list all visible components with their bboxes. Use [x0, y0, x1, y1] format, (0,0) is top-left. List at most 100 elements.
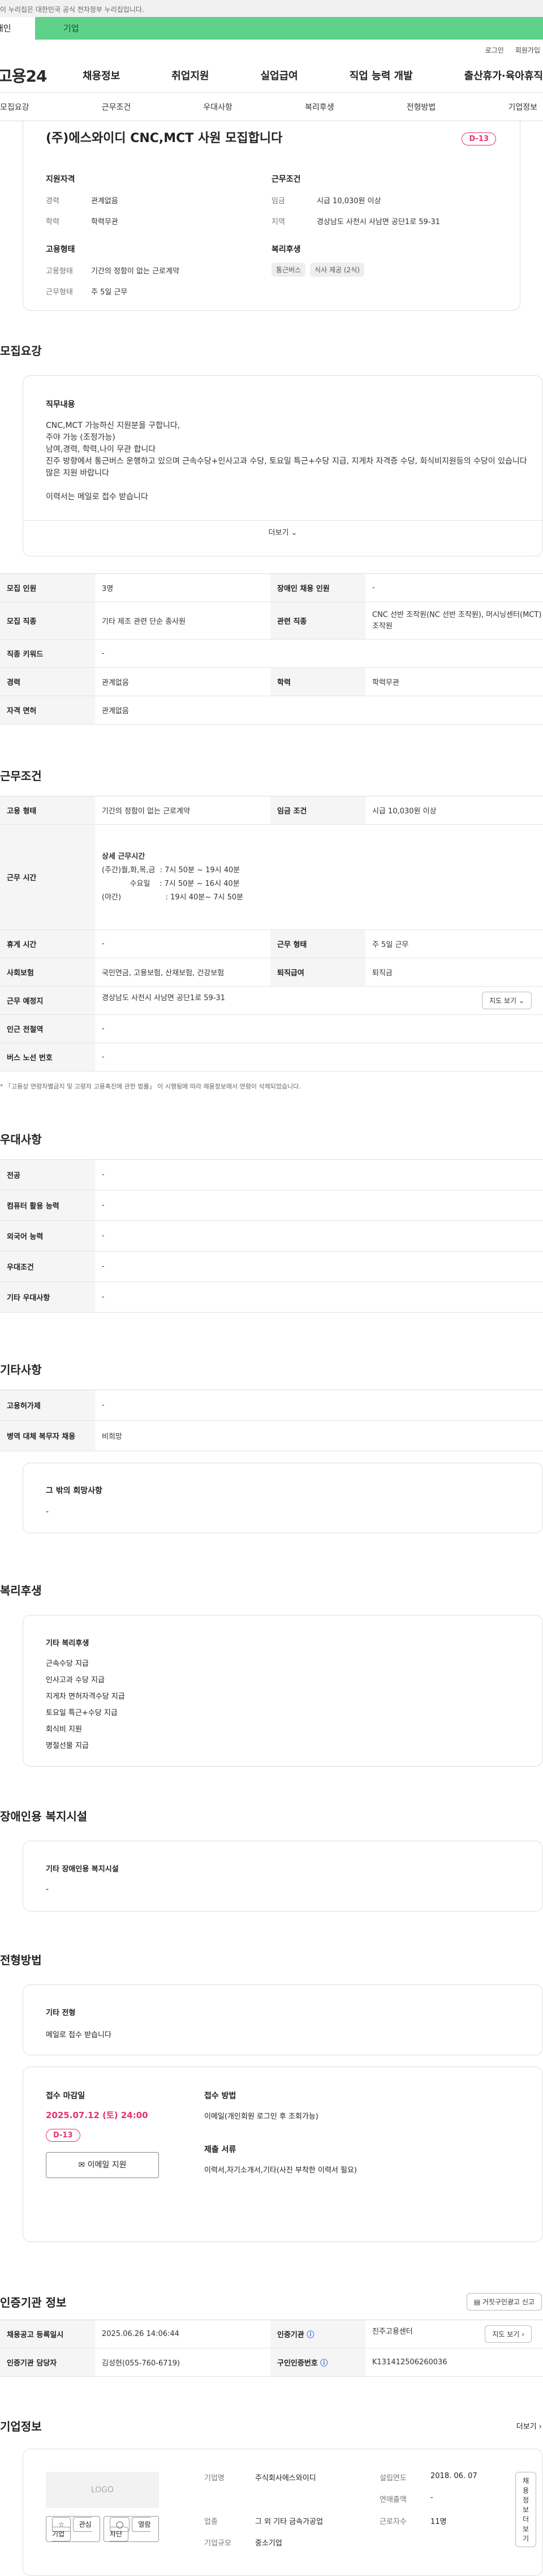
table-row: 휴게 시간 - 근무 형태 주 5일 근무: [0, 929, 543, 958]
cell-value: -: [95, 929, 270, 958]
user-type-tabs: 개인 기업: [0, 17, 543, 40]
work-type-key: 근무형태: [46, 288, 73, 297]
anchor-company[interactable]: 기업정보: [508, 101, 537, 113]
cell-key: 퇴직급여: [270, 958, 365, 987]
anchor-welfare[interactable]: 복리후생: [305, 101, 334, 113]
employ-type-key: 고용형태: [46, 267, 73, 276]
cell-value: -: [95, 1014, 543, 1043]
anchor-method[interactable]: 전형방법: [407, 101, 436, 113]
cell-value: 학력무관: [365, 667, 543, 696]
interest-button[interactable]: ☆ 관심기업: [46, 2516, 101, 2542]
cell-value: 기타 제조 관련 단순 종사원: [95, 602, 270, 640]
recruit-table: 모집 인원 3명 장애인 채용 인원 - 모집 직종 기타 제조 관련 단순 종…: [0, 573, 543, 725]
mail-icon: ✉: [78, 2161, 85, 2170]
founded-value: 2018. 06. 07: [430, 2472, 477, 2480]
cell-key: 경력: [0, 667, 95, 696]
cell-key: 전공: [0, 1159, 95, 1190]
agency-key-cell: 인증기관 ⓘ: [270, 2320, 365, 2348]
cell-key: 고용 형태: [0, 796, 95, 825]
cell-key: 컴퓨터 활용 능력: [0, 1190, 95, 1221]
cell-key: 임금 조건: [270, 796, 365, 825]
info-icon[interactable]: ⓘ: [307, 2331, 314, 2339]
table-row: 채용공고 등록일시 2025.06.26 14:06:44 인증기관 ⓘ 진주고…: [0, 2320, 543, 2348]
table-row: 근무 예정지 경상남도 사천시 사남면 공단1로 59-31 지도 보기 ⌄: [0, 986, 543, 1015]
list-item: 지게차 면허자격수당 지급: [46, 1692, 125, 1701]
region-key: 지역: [272, 218, 285, 226]
table-row: 모집 직종 기타 제조 관련 단순 종사원 관련 직종 CNC 선반 조작원(N…: [0, 602, 543, 640]
cell-key: 장애인 채용 인원: [270, 573, 365, 602]
job-detail-line: 이력서는 메일로 접수 받습니다: [46, 492, 148, 502]
info-icon[interactable]: ⓘ: [320, 2359, 327, 2368]
size-value: 중소기업: [255, 2539, 282, 2548]
cell-key: 인증기관 담당자: [0, 2348, 95, 2377]
site-logo[interactable]: 고용24: [0, 64, 83, 87]
gnb-item-leave[interactable]: 출산휴가·육아휴직: [464, 68, 543, 83]
more-button[interactable]: 더보기 ⌄: [23, 520, 542, 545]
map-button[interactable]: 지도 보기 ⌄: [482, 992, 532, 1009]
gnb-item-benefit[interactable]: 실업급여: [261, 68, 298, 83]
block-button[interactable]: ◯ 열람차단: [104, 2516, 159, 2542]
agency-map-label: 지도 보기: [492, 2330, 520, 2338]
cell-value: 시급 10,030원 이상: [365, 796, 543, 825]
cell-key: 버스 노선 번호: [0, 1043, 95, 1071]
size-key: 기업규모: [204, 2539, 231, 2548]
job-detail-line: 진주 방향에서 통근버스 운행하고 있으며 근속수당+인사고과 수당, 토요일 …: [46, 457, 527, 466]
disability-heading: 기타 장애인용 복지시설: [46, 1865, 119, 1874]
cell-value: 퇴직금: [365, 958, 543, 987]
gov-banner-text: 이 누리집은 대한민국 공식 전자정부 누리집입니다.: [0, 6, 144, 14]
agency-map-button[interactable]: 지도 보기 ›: [485, 2325, 532, 2343]
job-detail-line: 남여,경력, 학력,나이 무관 합니다: [46, 445, 156, 454]
agency-table: 채용공고 등록일시 2025.06.26 14:06:44 인증기관 ⓘ 진주고…: [0, 2320, 543, 2377]
gnb-item-jobs[interactable]: 채용정보: [83, 68, 120, 83]
disability-box: 기타 장애인용 복지시설 -: [23, 1841, 543, 1911]
anchor-tabs: 모집요강 근무조건 우대사항 복리후생 전형방법 기업정보: [0, 93, 543, 121]
cell-value: CNC 선반 조작원(NC 선반 조작원), 머시닝센터(MCT) 조작원: [365, 602, 543, 640]
cell-key: 자격 면허: [0, 696, 95, 725]
email-apply-button[interactable]: ✉ 이메일 지원: [46, 2152, 159, 2178]
conditions-section-title: 근무조건: [0, 769, 42, 783]
anchor-preference[interactable]: 우대사항: [203, 101, 232, 113]
cell-value: -: [95, 1251, 543, 1282]
company-more-link[interactable]: 더보기 ›: [516, 2420, 542, 2431]
table-row: 병역 대체 복무자 채용 비희망: [0, 1420, 543, 1451]
welfare-chip: 식사 제공 (2식): [310, 263, 364, 277]
recruit-no-key: 구인인증번호: [277, 2359, 318, 2368]
company-more-label: 더보기: [516, 2423, 537, 2431]
cell-value: 김성현(055-760-6719): [95, 2348, 270, 2377]
cell-value: -: [95, 1281, 543, 1313]
table-row: 전공 -: [0, 1159, 543, 1190]
table-row: 고용허가제 -: [0, 1390, 543, 1421]
gnb-item-support[interactable]: 취업지원: [171, 68, 209, 83]
company-detail-button[interactable]: 채용정보 더보기: [515, 2472, 537, 2547]
tab-corporate[interactable]: 기업: [35, 17, 92, 40]
signup-link[interactable]: 회원가입: [515, 45, 540, 58]
cell-key: 인근 전철역: [0, 1014, 95, 1043]
table-row: 경력 관계없음 학력 학력무관: [0, 667, 543, 696]
report-label: 거짓구인광고 신고: [482, 2298, 535, 2306]
cell-key: 모집 직종: [0, 602, 95, 640]
docs-heading: 제출 서류: [204, 2145, 236, 2154]
agency-value: 진주고용센터: [372, 2328, 413, 2336]
recruit-no-key-cell: 구인인증번호 ⓘ: [270, 2348, 365, 2377]
list-item: 근속수당 지급: [46, 1660, 89, 1668]
login-link[interactable]: 로그인: [485, 45, 504, 58]
wage-key: 임금: [272, 197, 285, 205]
job-detail-line: 주야 가능 (조정가능): [46, 433, 115, 442]
welfare-section-title: 복리후생: [0, 1584, 42, 1597]
welfare-heading: 복리후생: [272, 245, 301, 254]
tab-personal[interactable]: 개인: [0, 17, 35, 40]
company-logo: LOGO: [46, 2472, 159, 2508]
anchor-conditions[interactable]: 근무조건: [102, 101, 131, 113]
cell-value: K131412506260036: [365, 2348, 543, 2377]
report-button[interactable]: ▤ 거짓구인광고 신고: [466, 2293, 542, 2311]
sales-key: 연매출액: [380, 2496, 407, 2505]
table-row: 자격 면허 관계없음: [0, 696, 543, 725]
cell-value: 기간의 정함이 없는 근로계약: [95, 796, 270, 825]
cell-value: -: [365, 573, 543, 602]
etc-table: 고용허가제 - 병역 대체 복무자 채용 비희망: [0, 1390, 543, 1451]
anchor-recruit[interactable]: 모집요강: [0, 101, 29, 113]
region-value: 경상남도 사천시 사남면 공단1로 59-31: [317, 218, 441, 226]
table-row: 인증기관 담당자 김성현(055-760-6719) 구인인증번호 ⓘ K131…: [0, 2348, 543, 2377]
gnb-item-training[interactable]: 직업 능력 개발: [350, 68, 413, 83]
chevron-right-icon: ›: [522, 2330, 524, 2338]
